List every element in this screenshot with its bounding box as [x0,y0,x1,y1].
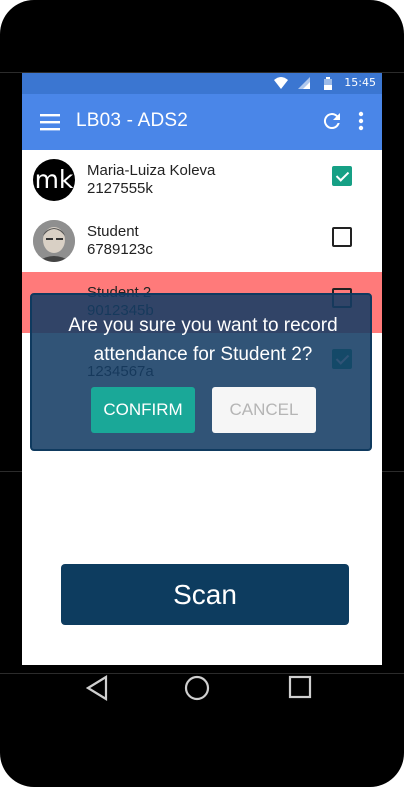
person-photo-icon [33,220,75,262]
app-bar: LB03 - ADS2 [22,94,382,150]
back-icon[interactable] [86,675,108,701]
attendance-checkbox[interactable] [332,227,352,247]
student-name: Student [87,223,139,240]
dialog-message: Are you sure you want to record attendan… [68,315,338,365]
battery-icon [324,77,332,90]
list-item[interactable]: mk Maria-Luiza Koleva 2127555k [22,150,382,211]
attendance-checkbox[interactable] [332,166,352,186]
menu-icon[interactable] [40,112,64,132]
wifi-icon [274,77,288,89]
student-name: Maria-Luiza Koleva [87,162,216,179]
cancel-button[interactable]: CANCEL [212,387,316,433]
student-id: 2127555k [87,180,153,197]
avatar: mk [33,159,75,201]
confirm-button[interactable]: CONFIRM [91,387,195,433]
more-options-icon[interactable] [354,109,368,133]
recents-icon[interactable] [288,675,312,699]
page-title: LB03 - ADS2 [76,110,189,131]
status-bar: 15:45 [22,73,382,94]
app-screen: 15:45 LB03 - ADS2 mk Maria-Luiza Koleva … [22,73,382,665]
list-item[interactable]: Student 6789123c [22,211,382,272]
nav-bar [0,665,404,713]
home-icon[interactable] [184,675,210,701]
status-time: 15:45 [344,76,376,89]
avatar [33,220,75,262]
scan-button[interactable]: Scan [61,564,349,625]
cell-signal-icon [298,77,310,89]
refresh-icon[interactable] [320,109,344,133]
student-id: 6789123c [87,241,153,258]
phone-frame: 15:45 LB03 - ADS2 mk Maria-Luiza Koleva … [0,0,404,787]
confirm-dialog: Are you sure you want to record attendan… [30,293,372,451]
